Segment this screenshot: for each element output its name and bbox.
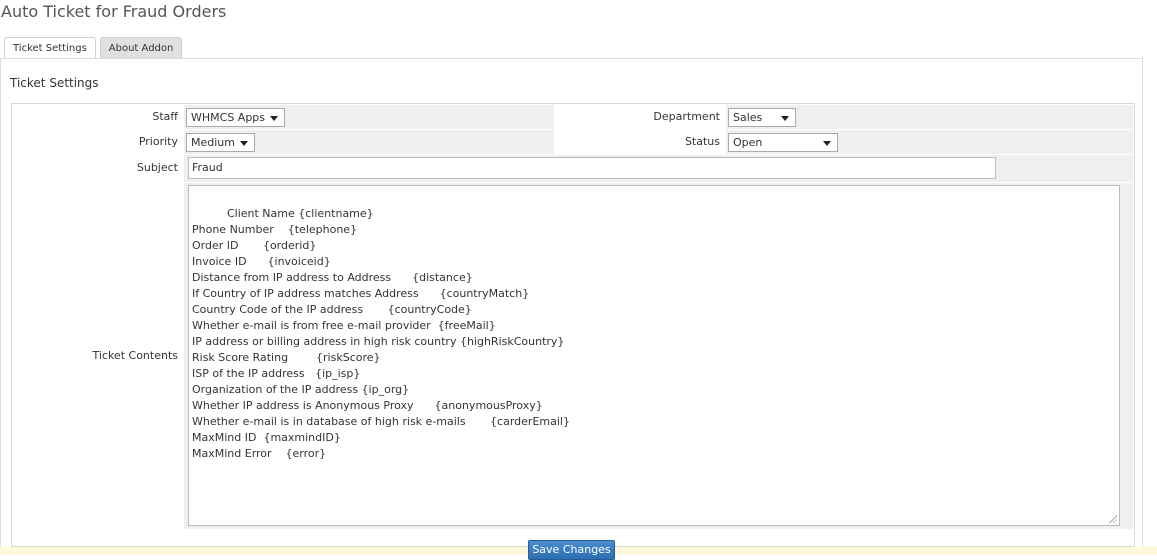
staff-select[interactable]: WHMCS Apps [186, 108, 285, 127]
subject-input[interactable]: Fraud [188, 157, 996, 179]
staff-label: Staff [152, 110, 178, 123]
department-select[interactable]: Sales [728, 108, 796, 127]
form-row-priority: Priority Medium Status Open [13, 130, 1133, 154]
priority-label: Priority [138, 135, 178, 148]
chevron-down-icon [240, 141, 248, 146]
priority-value: Medium [191, 136, 235, 149]
form-row-subject: Subject Fraud [13, 155, 1133, 182]
chevron-down-icon [781, 116, 789, 121]
department-label: Department [653, 110, 720, 123]
page-title: Auto Ticket for Fraud Orders [1, 2, 227, 21]
tab-bar: Ticket Settings About Addon [4, 37, 183, 59]
status-label: Status [684, 135, 720, 148]
ticket-contents-textarea[interactable]: Client Name {clientname} Phone Number {t… [188, 185, 1120, 526]
chevron-down-icon [270, 116, 278, 121]
contents-label: Ticket Contents [92, 349, 178, 362]
staff-value: WHMCS Apps [191, 111, 266, 124]
tab-about-addon[interactable]: About Addon [99, 37, 183, 58]
chevron-down-icon [823, 141, 831, 146]
resize-handle-icon[interactable] [1109, 515, 1117, 523]
form-row-staff: Staff WHMCS Apps Department Sales [13, 105, 1133, 129]
department-value: Sales [733, 111, 763, 124]
form-row-contents: Ticket Contents Client Name {clientname}… [13, 183, 1133, 529]
ticket-contents-text: Client Name {clientname} Phone Number {t… [192, 207, 570, 460]
settings-panel: Ticket Settings Staff WHMCS Apps Departm… [0, 58, 1143, 555]
tab-ticket-settings[interactable]: Ticket Settings [4, 37, 96, 59]
priority-select[interactable]: Medium [186, 133, 255, 152]
status-select[interactable]: Open [728, 133, 838, 152]
status-value: Open [733, 136, 763, 149]
subject-label: Subject [136, 161, 178, 174]
save-changes-button[interactable]: Save Changes [528, 540, 615, 560]
panel-heading: Ticket Settings [10, 76, 99, 90]
settings-form: Staff WHMCS Apps Department Sales Priori… [11, 103, 1135, 547]
